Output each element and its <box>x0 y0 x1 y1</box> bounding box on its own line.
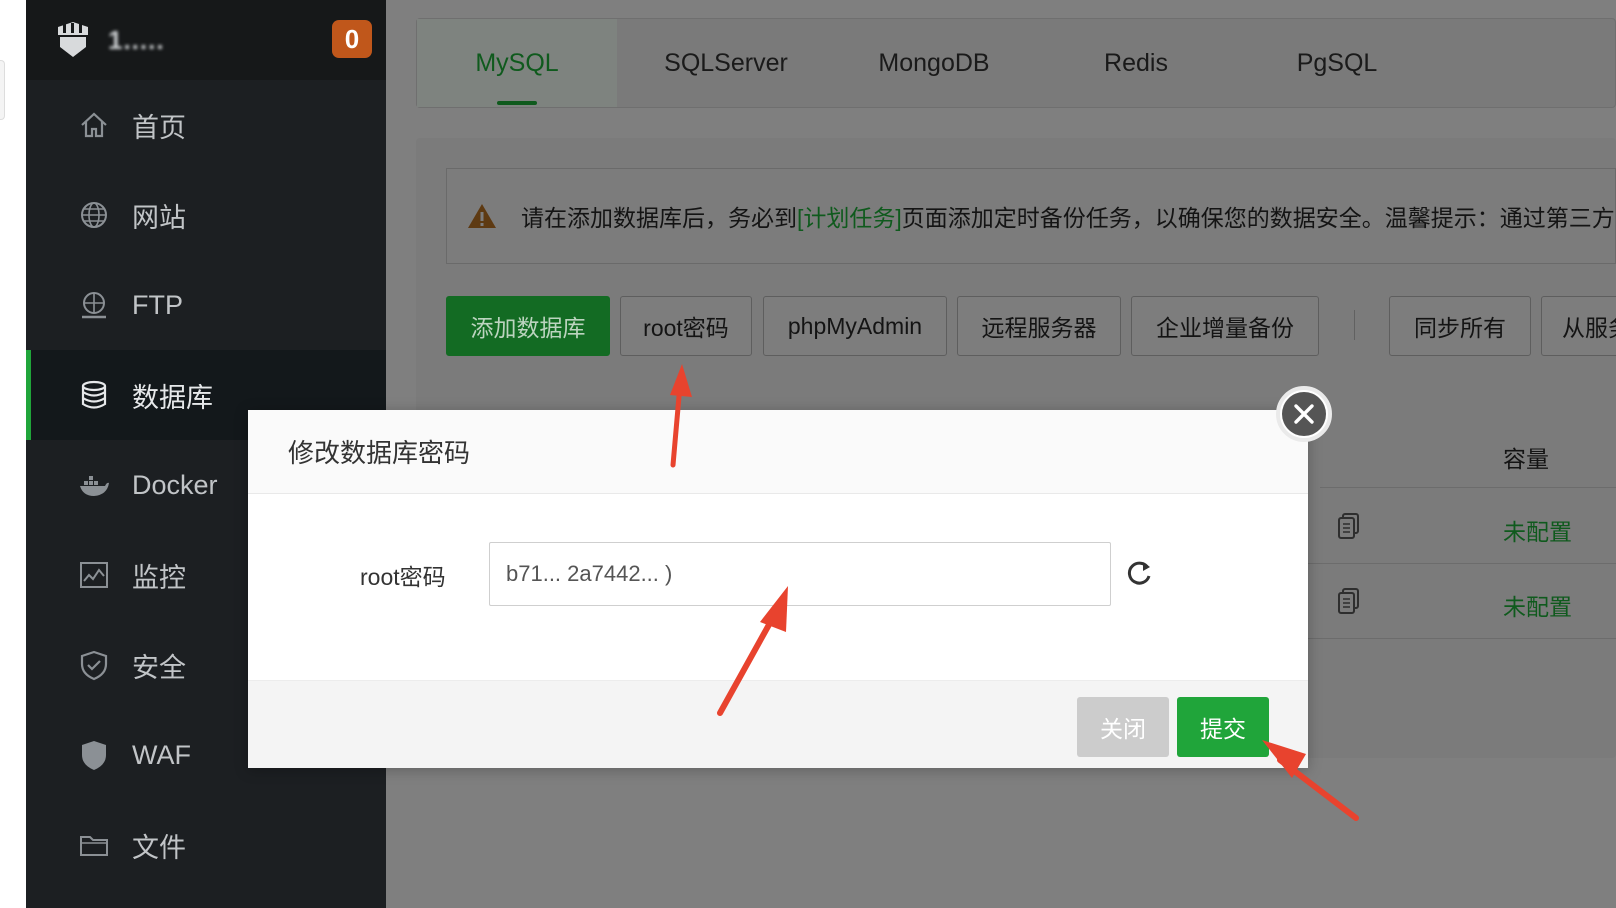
waf-icon <box>82 741 106 770</box>
root-password-label: root密码 <box>360 564 446 590</box>
regenerate-password-icon[interactable] <box>1124 558 1154 588</box>
sidebar-item-label: 首页 <box>132 112 186 143</box>
sync-all-button[interactable]: 同步所有 <box>1389 296 1531 356</box>
tab-sqlserver[interactable]: SQLServer <box>617 19 835 107</box>
sidebar-item-label: 文件 <box>132 832 186 863</box>
globe-icon <box>81 202 107 228</box>
incremental-backup-button[interactable]: 企业增量备份 <box>1131 296 1319 356</box>
tab-redis[interactable]: Redis <box>1033 19 1239 107</box>
row-divider <box>1300 563 1616 564</box>
sidebar-item-label: 网站 <box>132 202 186 233</box>
sidebar-item-home[interactable]: 首页 <box>26 80 386 170</box>
panel-logo-icon <box>58 22 88 57</box>
root-password-input[interactable] <box>489 542 1111 606</box>
tab-pgsql[interactable]: PgSQL <box>1239 19 1435 107</box>
notice-text-after: 页面添加定时备份任务，以确保您的数据安全。温馨提示：通过第三方 <box>901 205 1615 231</box>
monitor-icon <box>80 562 108 588</box>
database-type-tabs: MySQL SQLServer MongoDB Redis PgSQL <box>416 18 1616 108</box>
phpmyadmin-button[interactable]: phpMyAdmin <box>763 296 947 356</box>
remote-server-button[interactable]: 远程服务器 <box>957 296 1121 356</box>
ftp-icon <box>82 292 106 319</box>
dialog-title: 修改数据库密码 <box>248 410 1308 494</box>
browser-left-edge <box>0 0 26 908</box>
root-password-button[interactable]: root密码 <box>620 296 752 356</box>
sidebar-item-website[interactable]: 网站 <box>26 170 386 260</box>
copy-icon[interactable] <box>1338 513 1360 539</box>
change-password-dialog: 修改数据库密码 root密码 关闭 提交 <box>248 410 1308 768</box>
warning-icon <box>468 204 496 228</box>
sidebar-item-label: FTP <box>132 289 183 320</box>
copy-icon[interactable] <box>1338 588 1360 614</box>
dialog-close-x[interactable] <box>1276 386 1332 442</box>
sidebar-header: 1..... 0 <box>26 0 386 80</box>
dialog-footer: 关闭 提交 <box>248 680 1308 768</box>
capacity-column-header: 容量 <box>1503 446 1549 472</box>
docker-icon <box>80 476 109 496</box>
arrow-to-submit <box>1277 757 1359 821</box>
folder-icon <box>80 836 108 856</box>
shield-icon <box>80 650 108 681</box>
tab-mysql[interactable]: MySQL <box>417 19 617 107</box>
schedule-task-link[interactable]: [计划任务] <box>797 199 902 233</box>
tab-mongodb[interactable]: MongoDB <box>835 19 1033 107</box>
from-server-button[interactable]: 从服务器 <box>1541 296 1616 356</box>
sidebar-item-label: 监控 <box>132 562 186 593</box>
close-button[interactable]: 关闭 <box>1077 697 1169 757</box>
sidebar-item-label: Docker <box>132 469 218 500</box>
server-name: 1..... <box>108 24 165 55</box>
dialog-body: root密码 <box>248 494 1308 680</box>
sidebar-item-label: 安全 <box>132 652 186 683</box>
close-icon <box>1294 404 1314 424</box>
row-status[interactable]: 未配置 <box>1503 513 1572 547</box>
sidebar-item-label: WAF <box>132 739 191 770</box>
toolbar-divider <box>1354 310 1355 340</box>
sidebar-item-label: 数据库 <box>132 382 213 413</box>
submit-button[interactable]: 提交 <box>1177 697 1269 757</box>
side-tab-handle[interactable] <box>0 60 5 120</box>
sidebar-item-files[interactable]: 文件 <box>26 800 386 890</box>
row-status[interactable]: 未配置 <box>1503 588 1572 622</box>
add-database-button[interactable]: 添加数据库 <box>446 296 610 356</box>
notification-badge[interactable]: 0 <box>332 20 372 58</box>
home-icon <box>81 112 107 138</box>
table-header <box>1320 418 1616 488</box>
row-divider <box>1300 638 1616 639</box>
sidebar-item-ftp[interactable]: FTP <box>26 260 386 350</box>
notice-text-before: 请在添加数据库后，务必到 <box>521 205 797 231</box>
backup-notice: 请在添加数据库后，务必到 [计划任务] 页面添加定时备份任务，以确保您的数据安全。温… <box>446 168 1616 264</box>
database-icon <box>81 380 107 409</box>
